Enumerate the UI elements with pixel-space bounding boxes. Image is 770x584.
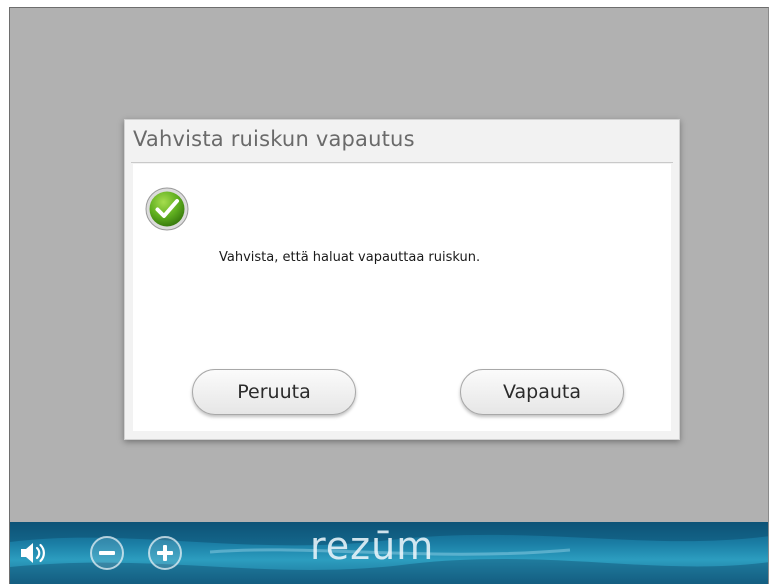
confirm-dialog: Vahvista ruiskun vapautus Vahvista, että… — [124, 119, 680, 440]
check-circle-icon — [145, 187, 189, 231]
cancel-button[interactable]: Peruuta — [192, 369, 356, 415]
dialog-message: Vahvista, että haluat vapauttaa ruiskun. — [219, 250, 481, 265]
brand-logo: rezūm — [310, 524, 435, 568]
dialog-body: Vahvista, että haluat vapauttaa ruiskun.… — [133, 164, 671, 431]
volume-up-icon[interactable] — [146, 534, 184, 572]
dialog-title: Vahvista ruiskun vapautus — [133, 127, 415, 151]
device-screen: Vahvista ruiskun vapautus Vahvista, että… — [9, 7, 769, 584]
release-button[interactable]: Vapauta — [460, 369, 624, 415]
bottom-bar: rezūm — [10, 522, 768, 584]
speaker-icon[interactable] — [18, 538, 48, 568]
title-divider — [131, 162, 673, 163]
volume-down-icon[interactable] — [88, 534, 126, 572]
